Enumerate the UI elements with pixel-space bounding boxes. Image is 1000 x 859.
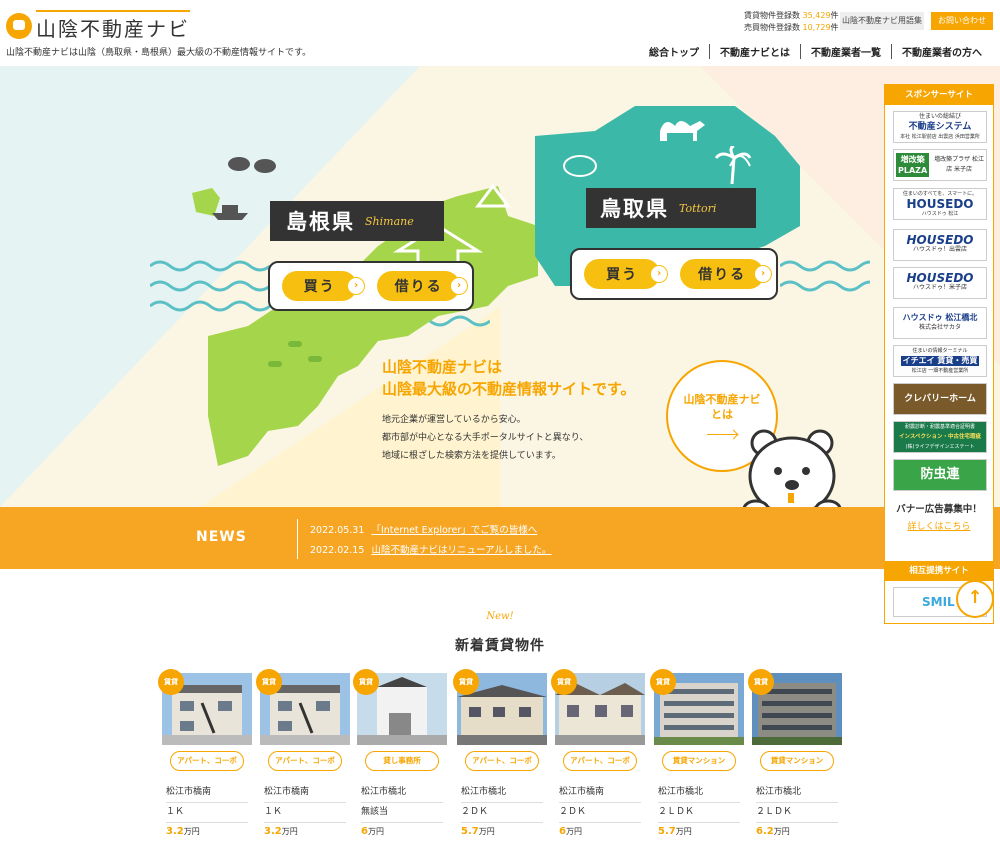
property-type: 賃貸マンション bbox=[760, 751, 834, 771]
sponsor-banner[interactable]: 防虫連 bbox=[893, 459, 987, 491]
property-type: アパート、コーポ bbox=[170, 751, 244, 771]
sponsor-banner[interactable]: HOUSEDO ハウスドゥ！米子店 bbox=[893, 267, 987, 299]
section-kicker: New! bbox=[486, 611, 514, 622]
property-type: アパート、コーポ bbox=[268, 751, 342, 771]
nav-top[interactable]: 総合トップ bbox=[639, 44, 709, 59]
ship-icon bbox=[212, 205, 248, 220]
sponsor-banner[interactable]: 住まいの情報ターミナル イチエイ 賃貸・売買 松江店 一畑不動産営業所 bbox=[893, 345, 987, 377]
bear-mascot-icon bbox=[742, 429, 842, 507]
site-header: 山陰不動産ナビ 山陰不動産ナビは山陰（鳥取県・島根県）最大級の不動産情報サイトで… bbox=[0, 0, 1000, 66]
property-area: 松江市橋南 bbox=[559, 781, 641, 803]
new-rentals-section: New! 新着賃貸物件 賃貸 アパート、コーポ 松江市橋南 １Ｋ 3.2万円 賃… bbox=[0, 569, 1000, 859]
sponsor-banner[interactable]: 住まいのすべてを、スマートに。 HOUSEDO ハウスドゥ 松江 bbox=[893, 188, 987, 220]
logo-text: 山陰不動産ナビ bbox=[36, 10, 190, 42]
news-item[interactable]: 2022.05.31 「Internet Explorer」でご覧の皆様へ bbox=[310, 521, 551, 541]
chevron-right-icon: › bbox=[347, 277, 366, 295]
sponsor-banner[interactable]: 耐震診断・耐震基準適合証明書 インスペクション・中古住宅瑕疵 (株)ライフデザイ… bbox=[893, 421, 987, 453]
news-title: NEWS bbox=[196, 529, 247, 545]
shimane-rent-button[interactable]: 借りる › bbox=[377, 271, 468, 301]
property-layout: ２ＤＫ bbox=[559, 801, 641, 823]
hero-headline: 山陰不動産ナビは 山陰最大級の不動産情報サイトです。 bbox=[382, 358, 636, 398]
tottori-buy-button[interactable]: 買う › bbox=[584, 259, 669, 289]
hero-description: 地元企業が運営しているから安心。 都市部が中心となる大手ポータルサイトと異なり、… bbox=[382, 415, 589, 461]
property-area: 松江市橋北 bbox=[658, 781, 740, 803]
global-nav: 総合トップ 不動産ナビとは 不動産業者一覧 不動産業者の方へ bbox=[639, 44, 992, 59]
property-type: 貸し事務所 bbox=[365, 751, 439, 771]
nav-for-agents[interactable]: 不動産業者の方へ bbox=[891, 44, 992, 59]
shimane-buy-button[interactable]: 買う › bbox=[282, 271, 366, 301]
sale-count: 売買物件登録数 10,729件 bbox=[744, 23, 839, 32]
rental-badge: 賃貸 bbox=[353, 669, 379, 695]
sponsor-banner[interactable]: ハウスドゥ 松江橋北 株式会社サカタ bbox=[893, 307, 987, 339]
news-bar: NEWS 2022.05.31 「Internet Explorer」でご覧の皆… bbox=[0, 507, 1000, 569]
sponsor-sidebar: スポンサーサイト 住まいの総結び 不動産システム 本社 松江駅前店 出雲店 浜田… bbox=[884, 84, 994, 624]
property-layout: １Ｋ bbox=[166, 801, 248, 823]
site-tagline: 山陰不動産ナビは山陰（鳥取県・島根県）最大級の不動産情報サイトです。 bbox=[6, 48, 312, 58]
tottori-actions: 買う › 借りる › bbox=[570, 248, 778, 300]
property-area: 松江市橋北 bbox=[461, 781, 543, 803]
property-rent: 6.2万円 bbox=[756, 826, 790, 837]
contact-button[interactable]: お問い合わせ bbox=[931, 12, 993, 30]
hero-section: 島根県 Shimane 鳥取県 Tottori 買う › 借りる › 買う › … bbox=[0, 66, 1000, 507]
tottori-rent-button[interactable]: 借りる › bbox=[680, 259, 772, 289]
rental-badge: 賃貸 bbox=[650, 669, 676, 695]
glossary-button[interactable]: 山陰不動産ナビ用語集 bbox=[840, 12, 924, 30]
property-type: アパート、コーポ bbox=[465, 751, 539, 771]
rental-count: 賃貸物件登録数 35,429件 bbox=[744, 11, 839, 20]
property-layout: ２ＬＤＫ bbox=[756, 801, 838, 823]
camel-icon bbox=[660, 121, 705, 141]
rental-badge: 賃貸 bbox=[256, 669, 282, 695]
property-layout: ２ＤＫ bbox=[461, 801, 543, 823]
listing-counts: 賃貸物件登録数 35,429件 売買物件登録数 10,729件 bbox=[744, 10, 839, 34]
property-layout: ２ＬＤＫ bbox=[658, 801, 740, 823]
sponsor-title: スポンサーサイト bbox=[885, 85, 993, 105]
rental-badge: 賃貸 bbox=[453, 669, 479, 695]
sponsor-banner[interactable]: 住まいの総結び 不動産システム 本社 松江駅前店 出雲店 浜田営業所 bbox=[893, 111, 987, 143]
partner-title: 相互提携サイト bbox=[885, 561, 993, 581]
property-layout: 無該当 bbox=[361, 801, 443, 823]
nav-agents[interactable]: 不動産業者一覧 bbox=[800, 44, 891, 59]
rental-badge: 賃貸 bbox=[551, 669, 577, 695]
news-list: 2022.05.31 「Internet Explorer」でご覧の皆様へ 20… bbox=[310, 521, 551, 561]
property-area: 松江市橋南 bbox=[166, 781, 248, 803]
chevron-right-icon: › bbox=[450, 277, 468, 295]
back-to-top-button[interactable]: ↑ bbox=[956, 580, 994, 618]
property-type: アパート、コーポ bbox=[563, 751, 637, 771]
sponsor-banner[interactable]: HOUSEDO ハウスドゥ！出雲店 bbox=[893, 229, 987, 261]
shimane-label[interactable]: 島根県 Shimane bbox=[270, 201, 444, 241]
chevron-right-icon: › bbox=[754, 265, 772, 283]
palm-tree-icon bbox=[714, 146, 752, 185]
sponsor-banner[interactable]: クレバリーホーム bbox=[893, 383, 987, 415]
news-item[interactable]: 2022.02.15 山陰不動産ナビはリニューアルしました。 bbox=[310, 541, 551, 561]
nav-about[interactable]: 不動産ナビとは bbox=[709, 44, 800, 59]
rental-badge: 賃貸 bbox=[748, 669, 774, 695]
property-type: 賃貸マンション bbox=[662, 751, 736, 771]
property-rent: 5.7万円 bbox=[658, 826, 692, 837]
house-logo-icon bbox=[6, 13, 32, 39]
property-rent: 3.2万円 bbox=[166, 826, 200, 837]
sponsor-banner[interactable]: 増改築 PLAZA 増改築プラザ 松江店 米子店 bbox=[893, 149, 987, 181]
ad-recruit-link[interactable]: 詳しくはこちら bbox=[885, 519, 993, 532]
boar-icon bbox=[228, 157, 276, 173]
arrow-right-icon bbox=[707, 434, 737, 435]
tottori-label[interactable]: 鳥取県 Tottori bbox=[586, 188, 756, 228]
property-area: 松江市橋北 bbox=[756, 781, 838, 803]
property-rent: 3.2万円 bbox=[264, 826, 298, 837]
shimane-actions: 買う › 借りる › bbox=[268, 261, 474, 311]
chevron-right-icon: › bbox=[650, 265, 669, 283]
section-title: 新着賃貸物件 bbox=[455, 638, 545, 654]
property-layout: １Ｋ bbox=[264, 801, 346, 823]
site-logo[interactable]: 山陰不動産ナビ bbox=[6, 10, 190, 42]
property-area: 松江市橋北 bbox=[361, 781, 443, 803]
property-area: 松江市橋南 bbox=[264, 781, 346, 803]
property-rent: 5.7万円 bbox=[461, 826, 495, 837]
rental-badge: 賃貸 bbox=[158, 669, 184, 695]
ad-recruit-title: バナー広告募集中！ bbox=[896, 504, 982, 515]
property-rent: 6万円 bbox=[361, 826, 384, 837]
property-rent: 6万円 bbox=[559, 826, 582, 837]
